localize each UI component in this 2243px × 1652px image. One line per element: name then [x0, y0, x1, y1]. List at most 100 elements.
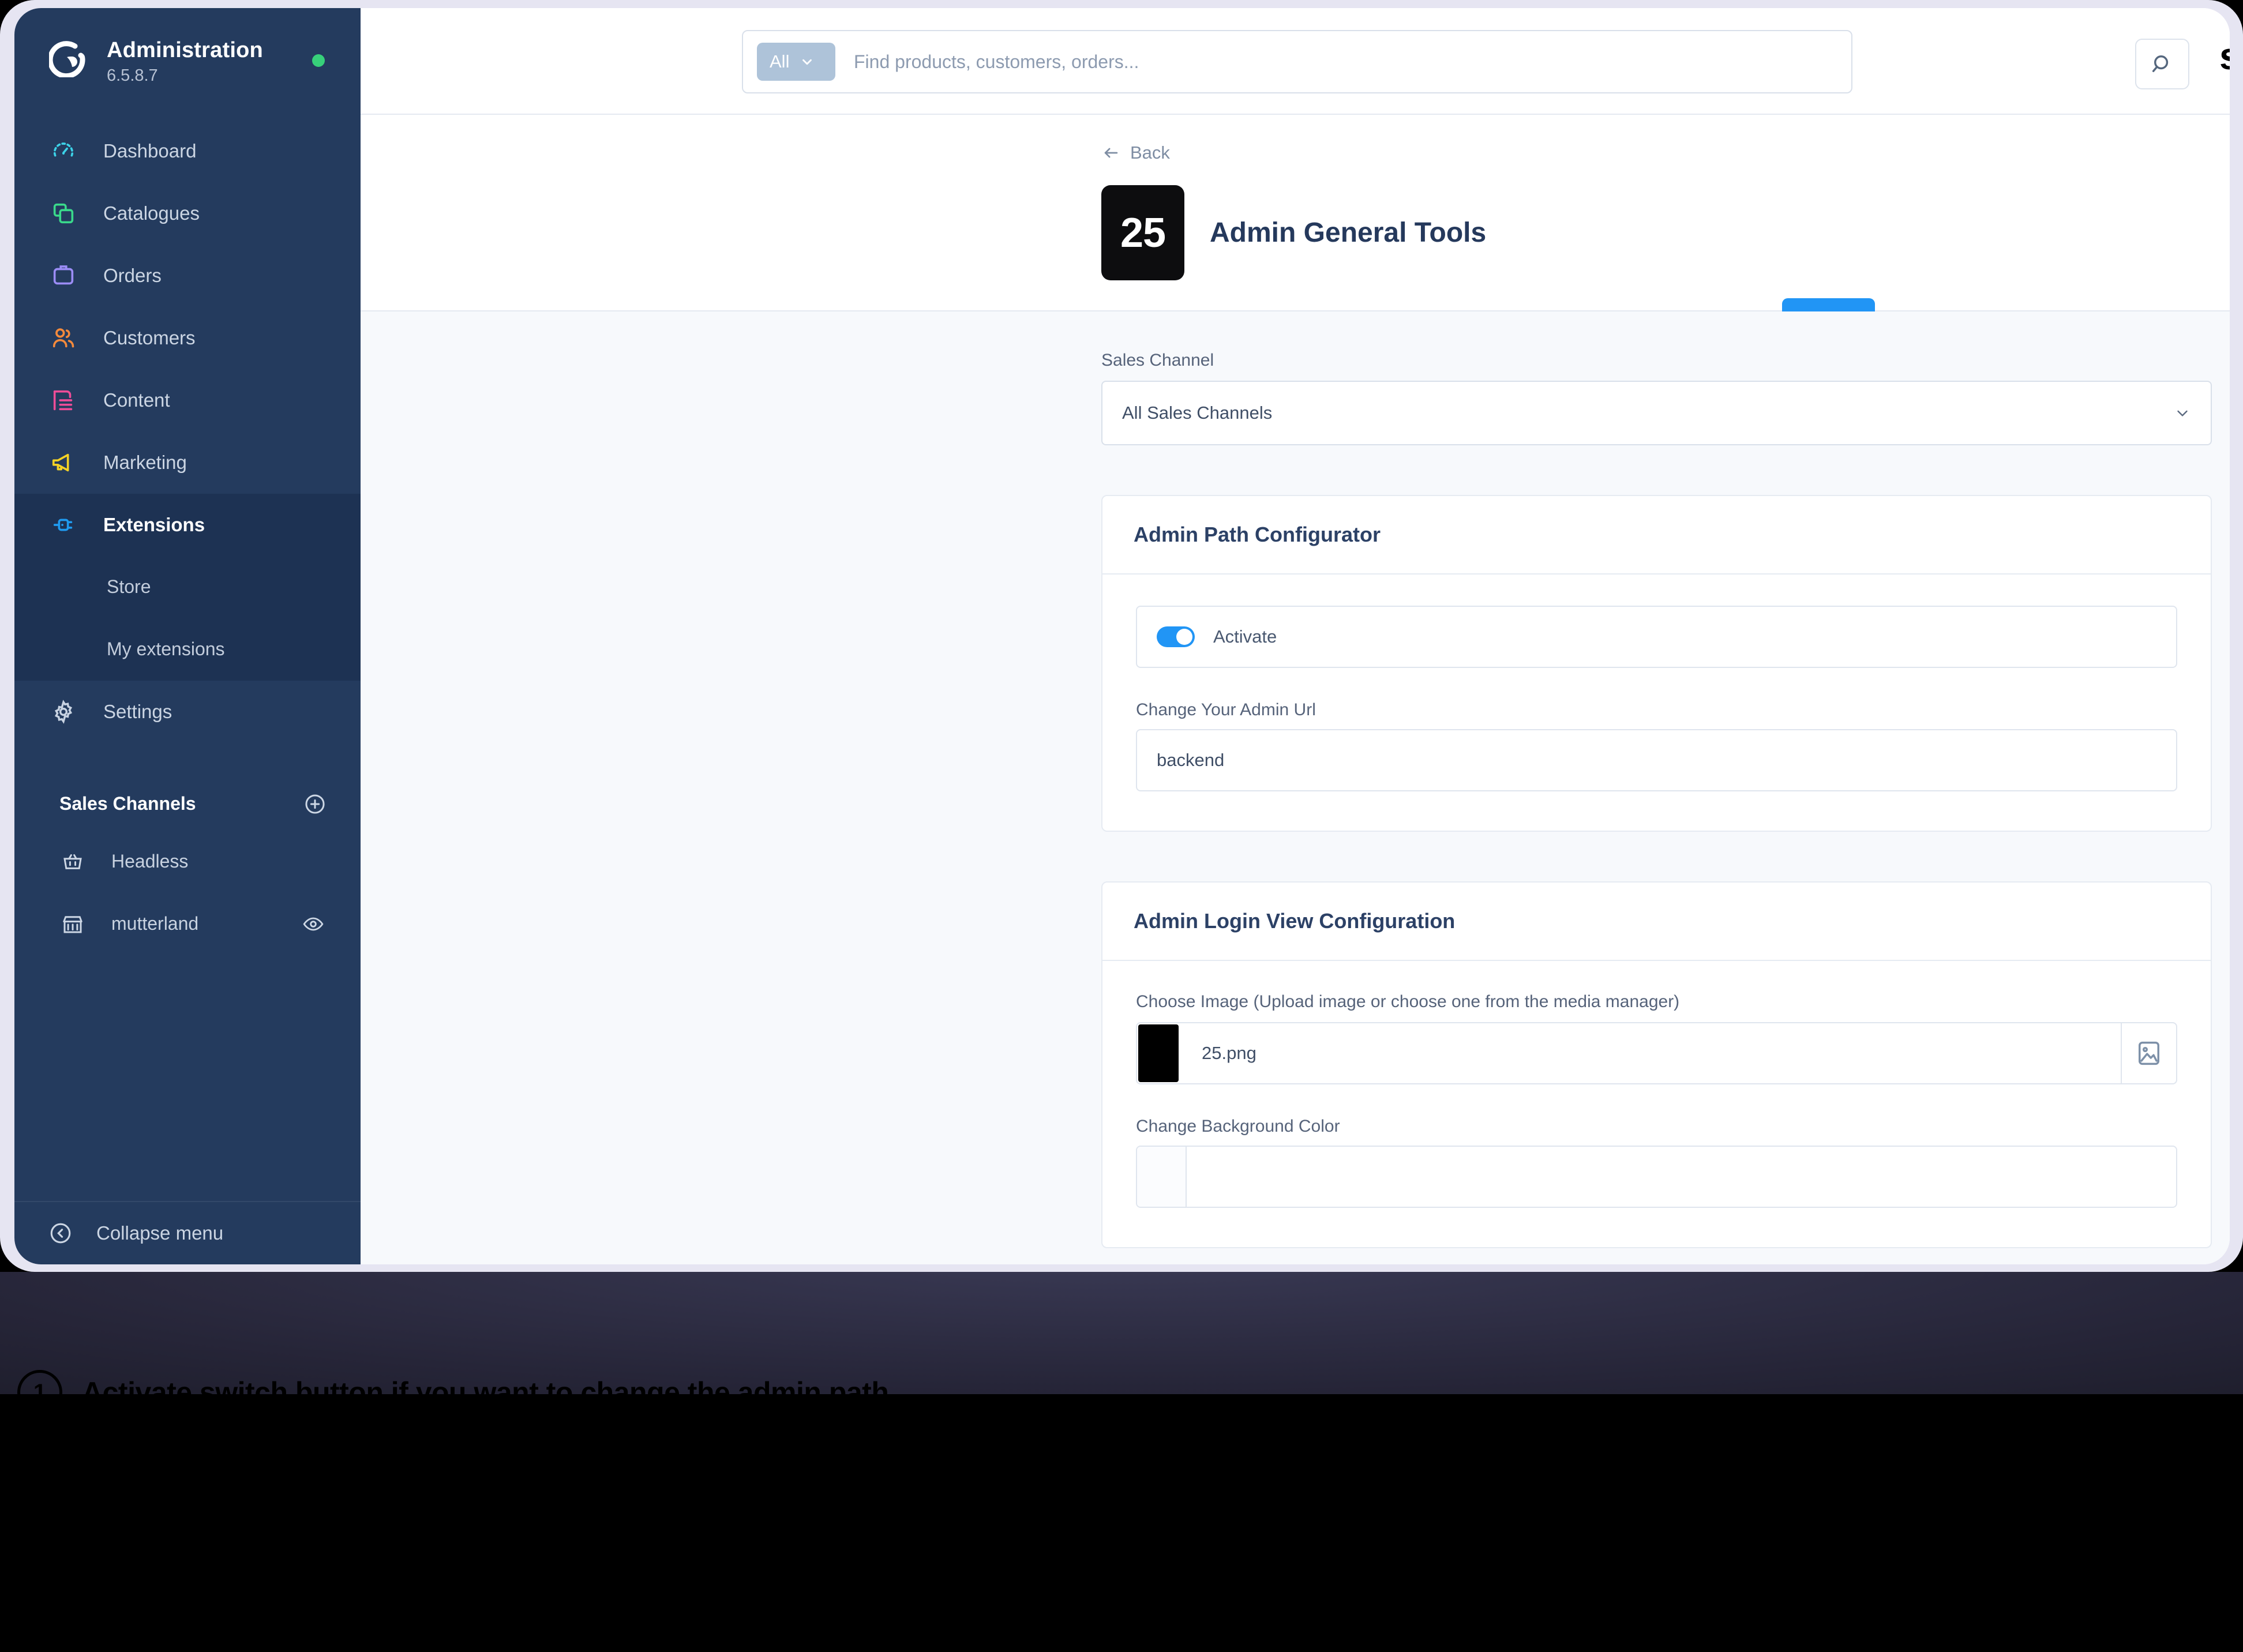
- collapse-menu-label: Collapse menu: [96, 1222, 224, 1244]
- sidebar-item-extensions[interactable]: Extensions: [14, 494, 361, 556]
- sidebar-item-label: Dashboard: [103, 140, 197, 162]
- sidebar: Administration 6.5.8.7 Dashboard Catalog…: [14, 8, 361, 1264]
- sidebar-item-label: Marketing: [103, 452, 187, 474]
- brand-and-actions: solution25®: [2219, 37, 2230, 75]
- solution25-logo: solution25®: [2219, 37, 2230, 75]
- admin-login-view-card: Admin Login View Configuration Choose Im…: [1101, 881, 2212, 1248]
- chevron-left-circle-icon: [48, 1221, 73, 1246]
- sidebar-item-store[interactable]: Store: [14, 556, 361, 618]
- switch-knob: [1176, 629, 1192, 645]
- storefront-icon: [59, 911, 86, 937]
- bag-icon: [49, 261, 78, 290]
- sidebar-channel-mutterland[interactable]: mutterland: [14, 893, 361, 955]
- search-icon: [2149, 51, 2176, 77]
- page-body: Sales Channel All Sales Channels Admin P…: [361, 311, 2230, 1264]
- basket-icon: [59, 848, 86, 875]
- sales-channel-value: All Sales Channels: [1122, 403, 1273, 423]
- sidebar-group-extensions: Extensions Store My extensions: [14, 493, 361, 681]
- sidebar-brand[interactable]: Administration 6.5.8.7: [14, 8, 361, 85]
- collapse-menu-button[interactable]: Collapse menu: [14, 1201, 361, 1264]
- content-icon: [49, 386, 78, 415]
- chevron-down-icon: [800, 54, 815, 69]
- admin-url-input[interactable]: backend: [1136, 729, 2177, 791]
- status-dot: [312, 54, 325, 67]
- color-swatch[interactable]: [1137, 1147, 1187, 1207]
- sidebar-item-label: Customers: [103, 327, 196, 349]
- app-window: Administration 6.5.8.7 Dashboard Catalog…: [14, 8, 2230, 1264]
- background-color-label: Change Background Color: [1136, 1117, 1340, 1136]
- search-input[interactable]: [854, 51, 1837, 73]
- admin-path-card-body: Activate Change Your Admin Url backend: [1102, 575, 2211, 831]
- sidebar-item-label: Orders: [103, 265, 162, 287]
- activate-switch[interactable]: [1157, 626, 1195, 647]
- sidebar-nav: Dashboard Catalogues Orders Customers Co…: [14, 120, 361, 743]
- sidebar-item-label: Catalogues: [103, 202, 200, 224]
- choose-image-label: Choose Image (Upload image or choose one…: [1136, 992, 1680, 1011]
- brand-title: Administration: [107, 38, 263, 62]
- sidebar-item-label: Extensions: [103, 514, 205, 536]
- login-view-card-body: Choose Image (Upload image or choose one…: [1102, 961, 2211, 1247]
- sales-channel-field: Sales Channel All Sales Channels: [1101, 351, 2212, 445]
- sales-channel-select[interactable]: All Sales Channels: [1101, 381, 2212, 445]
- image-thumbnail: [1138, 1024, 1179, 1082]
- sales-channel-label: Sales Channel: [1101, 351, 1214, 370]
- sidebar-item-orders[interactable]: Orders: [14, 245, 361, 307]
- shopware-logo-icon: [49, 40, 86, 77]
- back-label: Back: [1130, 142, 1170, 163]
- global-search: All: [742, 30, 1852, 93]
- page-title: Admin General Tools: [1210, 217, 1487, 248]
- search-scope-select[interactable]: All: [757, 43, 835, 81]
- image-file-name: 25.png: [1202, 1043, 1256, 1063]
- sidebar-item-label: Settings: [103, 701, 172, 723]
- main-area: All Find products, customers, orders... …: [361, 8, 2230, 1264]
- sales-channels-heading: Sales Channels: [59, 793, 196, 814]
- annotation-band: 1 Activate switch button if you want to …: [0, 1272, 2243, 1652]
- sidebar-item-marketing[interactable]: Marketing: [14, 431, 361, 494]
- plus-circle-icon[interactable]: [303, 792, 327, 816]
- sidebar-channel-headless[interactable]: Headless: [14, 831, 361, 893]
- annotation-mask: [0, 1394, 2243, 1652]
- gear-icon: [49, 697, 78, 726]
- sidebar-subitem-label: Store: [107, 576, 151, 598]
- chevron-down-icon: [2174, 404, 2191, 422]
- sidebar-channel-label: Headless: [111, 851, 189, 872]
- admin-path-card-title: Admin Path Configurator: [1102, 496, 2211, 575]
- login-view-card-title: Admin Login View Configuration: [1102, 883, 2211, 961]
- sidebar-item-label: Content: [103, 389, 170, 411]
- sidebar-item-content[interactable]: Content: [14, 369, 361, 431]
- choose-image-field[interactable]: 25.png: [1136, 1022, 2177, 1084]
- activate-label: Activate: [1213, 626, 1277, 647]
- app-icon: 25: [1101, 185, 1184, 280]
- settings-form: Sales Channel All Sales Channels Admin P…: [1101, 311, 2212, 1248]
- admin-url-value: backend: [1157, 750, 1225, 770]
- brand-version: 6.5.8.7: [107, 66, 158, 85]
- background-color-field[interactable]: [1136, 1146, 2177, 1208]
- search-button[interactable]: [2135, 39, 2189, 89]
- plug-icon: [49, 510, 78, 539]
- eye-icon[interactable]: [302, 913, 325, 936]
- gauge-icon: [49, 137, 78, 166]
- image-icon: [2134, 1038, 2164, 1068]
- sidebar-item-my-extensions[interactable]: My extensions: [14, 618, 361, 681]
- users-icon: [49, 324, 78, 352]
- page-header: Back 25 Admin General Tools Save: [361, 115, 2230, 347]
- sidebar-item-customers[interactable]: Customers: [14, 307, 361, 369]
- sidebar-item-catalogues[interactable]: Catalogues: [14, 182, 361, 245]
- activate-toggle-row[interactable]: Activate: [1136, 606, 2177, 668]
- app-frame: Administration 6.5.8.7 Dashboard Catalog…: [0, 0, 2243, 1272]
- sidebar-subitem-label: My extensions: [107, 639, 225, 660]
- megaphone-icon: [49, 448, 78, 477]
- media-manager-button[interactable]: [2121, 1023, 2176, 1083]
- back-link[interactable]: Back: [1101, 142, 1170, 163]
- search-scope-label: All: [770, 51, 790, 72]
- arrow-left-icon: [1101, 143, 1121, 163]
- background-color-value: [1187, 1147, 2176, 1207]
- top-bar: All Find products, customers, orders...: [361, 8, 2230, 115]
- sidebar-item-dashboard[interactable]: Dashboard: [14, 120, 361, 182]
- sidebar-item-settings[interactable]: Settings: [14, 681, 361, 743]
- sidebar-channel-label: mutterland: [111, 913, 199, 934]
- sales-channels-heading-row: Sales Channels: [14, 778, 361, 831]
- logo-text: solution25: [2219, 35, 2230, 77]
- screenshot-root: Administration 6.5.8.7 Dashboard Catalog…: [0, 0, 2243, 1652]
- catalogue-icon: [49, 199, 78, 228]
